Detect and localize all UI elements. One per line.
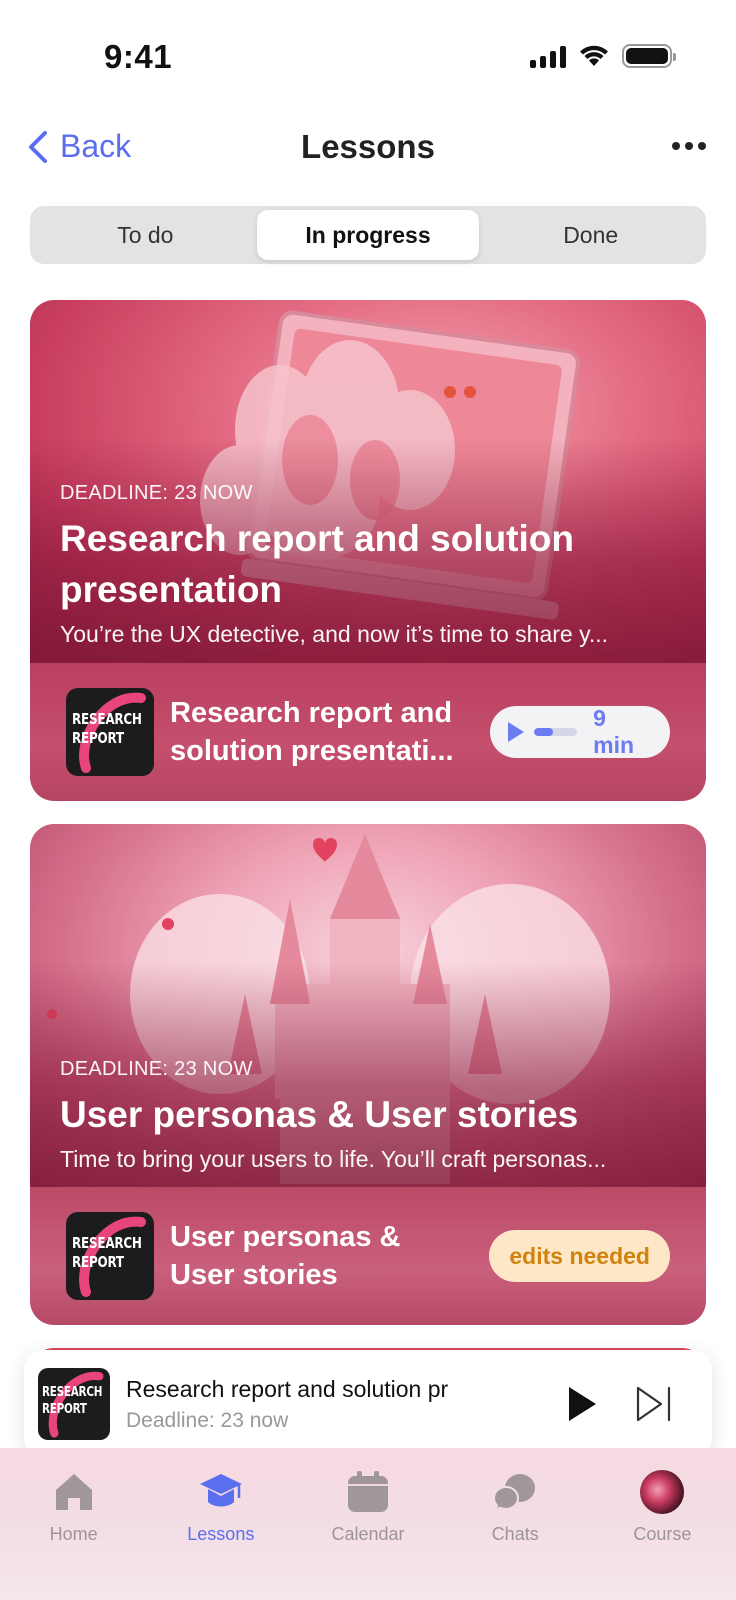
lesson-progress-button[interactable]: 9 min [490,705,670,758]
mini-player-info: Research report and solution pr Deadline… [126,1376,482,1433]
status-icons [530,44,676,68]
tab-lessons[interactable]: Lessons [147,1468,294,1600]
mini-player-subtitle: Deadline: 23 now [126,1408,289,1432]
lesson-deadline: DEADLINE: 23 NOW [60,1058,253,1080]
mini-player-thumbnail: RESEARCH REPORT [38,1368,110,1440]
skip-forward-icon [636,1386,671,1422]
mini-player-title: Research report and solution pr [126,1375,449,1402]
lesson-card-footer: RESEARCH REPORT User personas & User stor… [30,1187,706,1325]
calendar-icon [344,1468,392,1516]
skip-forward-button[interactable] [634,1384,674,1424]
wifi-icon [580,45,608,66]
thumbnail-label: RESEARCH REPORT [72,1234,142,1271]
cellular-signal-icon [530,44,566,68]
play-icon [508,722,524,742]
segmented-control: To do In progress Done [30,206,706,264]
lesson-deadline: DEADLINE: 23 NOW [60,482,253,504]
lesson-card-text: DEADLINE: 23 NOW User personas & User st… [60,1058,676,1173]
lesson-thumbnail: RESEARCH REPORT [66,688,154,776]
tab-label: Course [633,1524,692,1544]
segment-in-progress[interactable]: In progress [256,210,480,260]
graduation-cap-icon [197,1468,245,1516]
tab-label: Lessons [187,1524,255,1544]
tab-chats[interactable]: Chats [442,1468,589,1600]
lesson-title: User personas & User stories [60,1094,579,1135]
tab-label: Home [49,1524,98,1544]
lesson-card-text: DEADLINE: 23 NOW Research report and sol… [60,482,676,648]
tab-label: Chats [491,1524,539,1544]
tab-calendar[interactable]: Calendar [294,1468,441,1600]
status-badge[interactable]: edits needed [489,1230,670,1282]
play-button[interactable] [562,1384,602,1424]
tab-home[interactable]: Home [0,1468,147,1600]
lesson-description: You’re the UX detective, and now it’s ti… [60,621,609,647]
lesson-footer-title: Research report and solution presentati.… [170,697,454,767]
chat-bubbles-icon [491,1468,539,1516]
segment-done[interactable]: Done [479,210,702,260]
lesson-footer-title: User personas & User stories [170,1221,401,1291]
status-time: 9:41 [104,38,173,75]
progress-bar-fill [534,728,554,736]
status-bar: 9:41 [0,0,736,110]
lesson-card[interactable]: DEADLINE: 23 NOW User personas & User st… [30,824,706,1325]
thumbnail-label: RESEARCH REPORT [42,1385,103,1417]
tab-bar: Home Lessons Calendar Chats Course [0,1448,736,1600]
lesson-card-footer: RESEARCH REPORT Research report and solut… [30,663,706,801]
segment-to-do[interactable]: To do [34,210,257,260]
more-options-icon[interactable] [672,132,706,160]
course-avatar [638,1468,686,1516]
page-title: Lessons [301,128,435,165]
lesson-thumbnail: RESEARCH REPORT [66,1212,154,1300]
mini-player[interactable]: RESEARCH REPORT Research report and solut… [24,1350,712,1458]
progress-bar [534,728,578,736]
lesson-description: Time to bring your users to life. You’ll… [60,1146,607,1172]
thumbnail-label: RESEARCH REPORT [72,710,142,747]
play-icon [569,1387,596,1421]
tab-course[interactable]: Course [589,1468,736,1600]
lesson-card[interactable]: DEADLINE: 23 NOW Research report and sol… [30,300,706,801]
avatar [640,1470,685,1514]
nav-bar: Back Lessons [0,118,736,178]
lesson-title: Research report and solution presentatio… [60,518,574,610]
lesson-duration: 9 min [593,705,635,758]
battery-icon [622,44,676,68]
home-icon [50,1468,98,1516]
tab-label: Calendar [331,1524,405,1544]
